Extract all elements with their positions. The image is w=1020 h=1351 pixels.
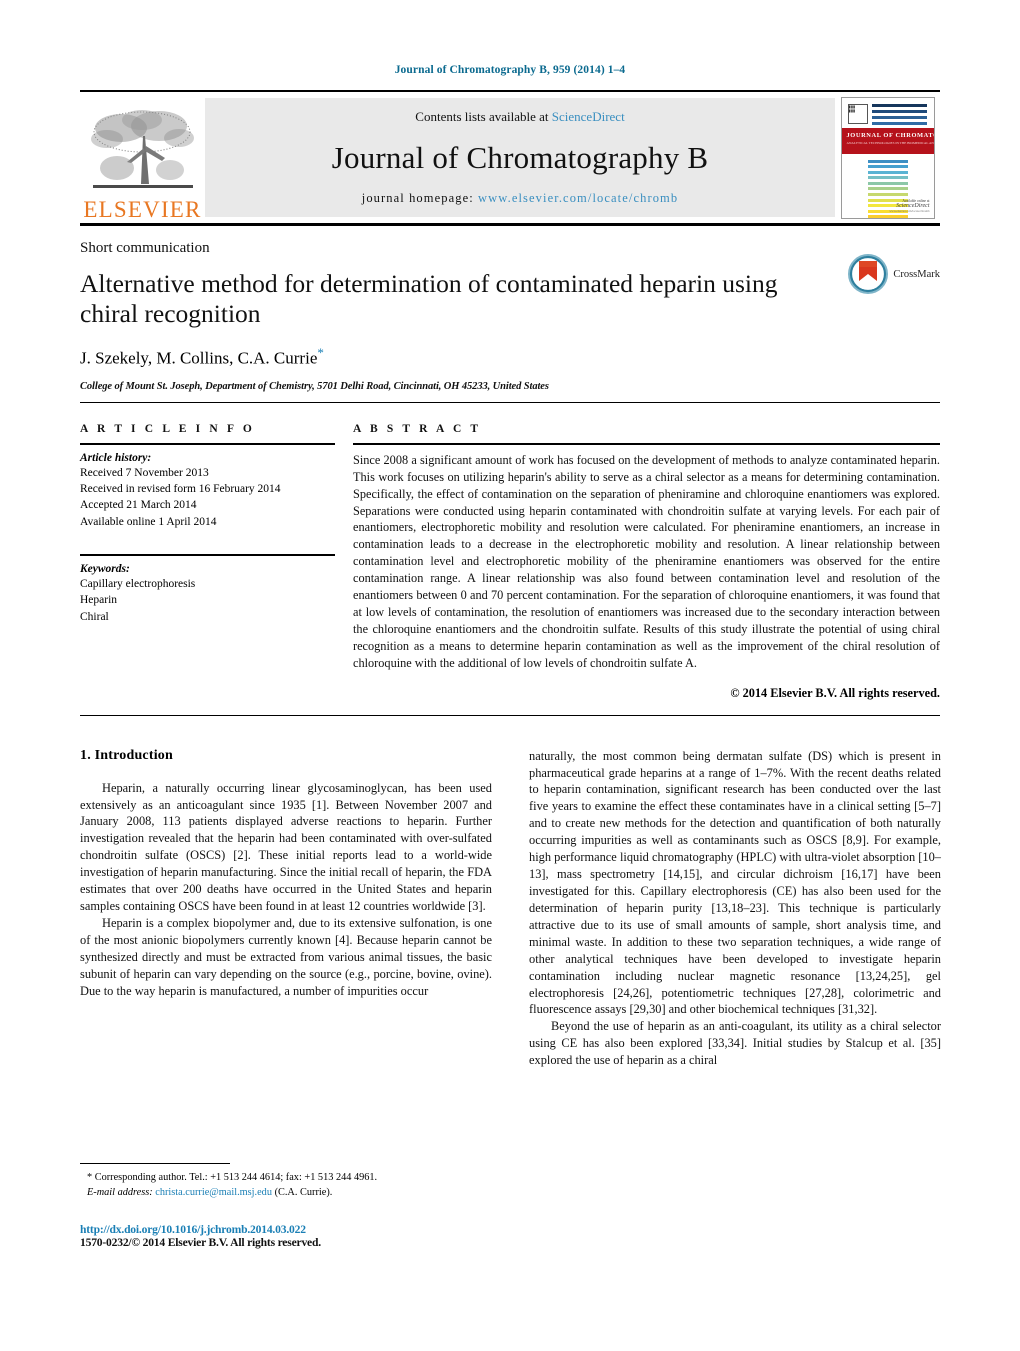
cover-foot-url: www.elsevier.com/locate/chromb (889, 208, 930, 213)
email-link[interactable]: christa.currie@mail.msj.edu (155, 1187, 272, 1198)
keywords-title: Keywords: (80, 563, 130, 576)
article-header: Short communication Alternative method f… (80, 226, 940, 403)
affiliation: College of Mount St. Joseph, Department … (80, 380, 549, 392)
contents-prefix: Contents lists available at (415, 109, 552, 124)
article-info-rule (80, 442, 335, 445)
footnote-block: * Corresponding author. Tel.: +1 513 244… (80, 1163, 492, 1249)
homepage-prefix: journal homepage: (361, 191, 479, 205)
paragraph: naturally, the most common being dermata… (529, 748, 941, 1017)
doi-block: http://dx.doi.org/10.1016/j.jchromb.2014… (80, 1223, 492, 1249)
abstract-column: A B S T R A C T Since 2008 a significant… (353, 423, 940, 701)
crossmark-icon (848, 254, 889, 294)
abstract-text: Since 2008 a significant amount of work … (353, 452, 940, 670)
cover-foot-brand: ScienceDirect (896, 202, 930, 209)
corresponding-author-marker: * (317, 345, 324, 361)
history-accepted: Accepted 21 March 2014 (80, 499, 197, 512)
journal-masthead: ELSEVIER Contents lists available at Sci… (80, 90, 940, 226)
journal-homepage-line: journal homepage: www.elsevier.com/locat… (362, 191, 678, 206)
keyword-item: Heparin (80, 594, 118, 607)
issn-copyright: 1570-0232/© 2014 Elsevier B.V. All right… (80, 1235, 321, 1249)
article-type: Short communication (80, 240, 210, 256)
abstract-heading: A B S T R A C T (353, 422, 482, 435)
abstract-rule (353, 442, 940, 445)
elsevier-wordmark: ELSEVIER (83, 197, 202, 222)
cover-title-banner: JOURNAL OF CHROMATOGRAPHY B ANALYTICAL T… (841, 127, 934, 154)
body-column-right: naturally, the most common being dermata… (529, 748, 941, 1070)
sciencedirect-link[interactable]: ScienceDirect (552, 109, 625, 124)
history-revised: Received in revised form 16 February 201… (80, 483, 281, 496)
author-list: J. Szekely, M. Collins, C.A. Currie* (80, 345, 940, 369)
history-online: Available online 1 April 2014 (80, 515, 217, 528)
info-abstract-block: A R T I C L E I N F O Article history: R… (80, 403, 940, 716)
body-column-left: 1. Introduction Heparin, a naturally occ… (80, 748, 492, 1070)
masthead-center: Contents lists available at ScienceDirec… (205, 98, 835, 217)
email-note: E-mail address: christa.currie@mail.msj.… (80, 1186, 492, 1201)
section-heading-introduction: 1. Introduction (80, 747, 173, 763)
crossmark-badge[interactable]: CrossMark (848, 254, 940, 294)
article-history-title: Article history: (80, 451, 152, 464)
keyword-item: Chiral (80, 610, 109, 623)
journal-title: Journal of Chromatography B (331, 140, 709, 175)
elsevier-tree-icon (90, 110, 194, 188)
cover-image: ▮▮▮▮▮▮ JOURNAL OF CHROMATOGRAPHY B ANALY… (840, 96, 935, 219)
cover-banner-title: JOURNAL OF CHROMATOGRAPHY B (846, 131, 934, 139)
article-title: Alternative method for determination of … (80, 269, 778, 329)
contents-available-line: Contents lists available at ScienceDirec… (415, 109, 624, 125)
doi-link[interactable]: http://dx.doi.org/10.1016/j.jchromb.2014… (80, 1223, 492, 1236)
body-columns: 1. Introduction Heparin, a naturally occ… (80, 748, 941, 1070)
abstract-copyright: © 2014 Elsevier B.V. All rights reserved… (730, 685, 940, 700)
cover-footer: Available online at ScienceDirect www.el… (889, 199, 929, 213)
footnote-rule (80, 1163, 230, 1164)
cover-publisher-mark-icon: ▮▮▮ ▮▮▮ (847, 103, 868, 124)
journal-homepage-link[interactable]: www.elsevier.com/locate/chromb (478, 191, 678, 205)
author-names: J. Szekely, M. Collins, C.A. Currie (80, 348, 318, 368)
paragraph: Heparin, a naturally occurring linear gl… (80, 780, 492, 914)
crossmark-label: CrossMark (893, 268, 940, 280)
keyword-item: Capillary electrophoresis (80, 578, 196, 591)
email-label: E-mail address: (87, 1186, 153, 1198)
keywords-block: Keywords: Capillary electrophoresis Hepa… (80, 554, 335, 625)
keywords-rule (80, 554, 335, 557)
email-suffix: (C.A. Currie). (274, 1186, 333, 1198)
elsevier-logo: ELSEVIER (80, 92, 205, 223)
history-received: Received 7 November 2013 (80, 466, 209, 479)
corresponding-author-note: * Corresponding author. Tel.: +1 513 244… (87, 1172, 378, 1183)
journal-cover-thumbnail[interactable]: ▮▮▮▮▮▮ JOURNAL OF CHROMATOGRAPHY B ANALY… (835, 92, 940, 223)
article-info-column: A R T I C L E I N F O Article history: R… (80, 423, 353, 701)
running-head: Journal of Chromatography B, 959 (2014) … (394, 64, 626, 76)
paragraph: Heparin is a complex biopolymer and, due… (80, 915, 492, 998)
article-info-heading: A R T I C L E I N F O (80, 422, 255, 435)
cover-banner-subtitle: ANALYTICAL TECHNOLOGIES IN THE BIOMEDICA… (846, 140, 934, 145)
paragraph: Beyond the use of heparin as an anti-coa… (529, 1019, 941, 1068)
article-page: Journal of Chromatography B, 959 (2014) … (0, 0, 1020, 1351)
